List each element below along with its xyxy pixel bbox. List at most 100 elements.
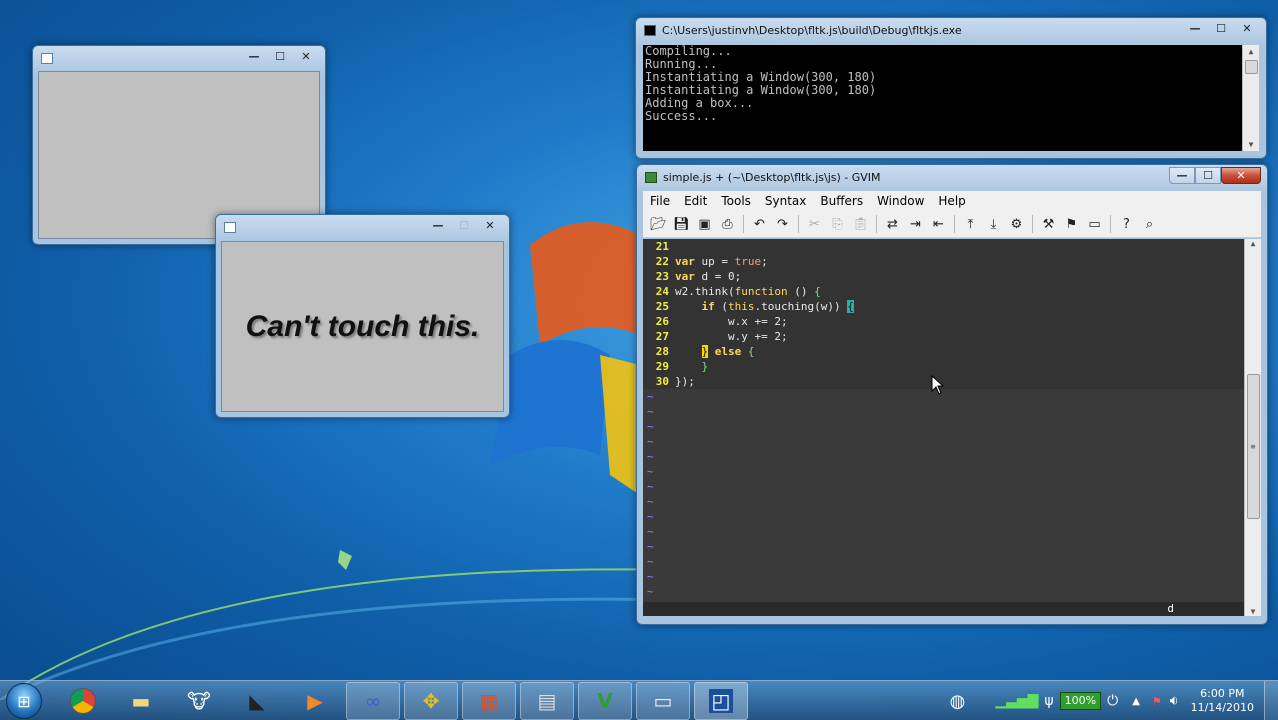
fltk-window-b[interactable]: — ☐ ✕ Can't touch this.: [215, 214, 510, 418]
paste-icon[interactable]: 📋︎: [849, 214, 872, 234]
editor-scrollbar[interactable]: ▲ ≡ ▼: [1244, 239, 1261, 616]
code-token: this: [728, 300, 755, 313]
code-token: {: [747, 345, 755, 358]
close-button[interactable]: ✕: [293, 48, 319, 65]
save-session-icon[interactable]: ⤓: [982, 214, 1005, 234]
menu-edit[interactable]: Edit: [677, 194, 714, 208]
taskbar-gvim[interactable]: V: [578, 682, 632, 720]
save-all-icon[interactable]: ▣: [693, 214, 716, 234]
gvim-editor[interactable]: 21 22 var up = true; 23 var d = 0; 24 w2.think…: [643, 239, 1261, 616]
code-token: {: [814, 285, 821, 298]
find-next-icon[interactable]: ⇥: [904, 214, 927, 234]
maximize-button[interactable]: ☐: [451, 217, 477, 234]
scroll-down-arrow-icon[interactable]: ▼: [1251, 607, 1256, 616]
taskbar-media-player[interactable]: ▶: [288, 682, 342, 720]
console-window[interactable]: C:\Users\justinvh\Desktop\fltk.js\build\…: [635, 17, 1267, 159]
start-button[interactable]: ⊞: [6, 683, 42, 719]
close-button[interactable]: ✕: [1221, 167, 1261, 184]
clock[interactable]: 6:00 PM 11/14/2010: [1191, 687, 1254, 715]
minimize-button[interactable]: —: [1169, 167, 1195, 184]
redo-icon[interactable]: ↷: [771, 214, 794, 234]
taskbar-chrome[interactable]: [56, 682, 110, 720]
code-token: else: [714, 345, 742, 358]
scroll-thumb[interactable]: [1244, 60, 1258, 74]
wireless-icon[interactable]: ψ: [1044, 693, 1053, 709]
jump-tag-icon[interactable]: ▭: [1083, 214, 1106, 234]
taskbar-fltk[interactable]: ◰: [694, 682, 748, 720]
scroll-thumb[interactable]: ≡: [1246, 374, 1260, 519]
gvim-window[interactable]: simple.js + (~\Desktop\fltk.js\js) - GVI…: [636, 164, 1268, 625]
taskbar-console[interactable]: ▭: [636, 682, 690, 720]
taskbar-app-office[interactable]: ▦: [462, 682, 516, 720]
code-line: 26 w.x += 2;: [643, 314, 1244, 329]
taskbar-app-infinity[interactable]: ∞: [346, 682, 400, 720]
code-line: 29 }: [643, 359, 1244, 374]
close-button[interactable]: ✕: [1234, 20, 1260, 37]
taskbar-app-visualstudio[interactable]: ◣: [230, 682, 284, 720]
menu-window[interactable]: Window: [870, 194, 931, 208]
run-script-icon[interactable]: ⚙: [1005, 214, 1028, 234]
scroll-up-arrow-icon[interactable]: ▲: [1249, 45, 1254, 58]
find-help-icon[interactable]: ⌕: [1138, 214, 1161, 234]
console-titlebar[interactable]: C:\Users\justinvh\Desktop\fltk.js\build\…: [636, 18, 1266, 42]
save-icon[interactable]: 💾︎: [670, 214, 693, 234]
open-file-icon[interactable]: 📂︎: [647, 214, 670, 234]
menu-buffers[interactable]: Buffers: [813, 194, 870, 208]
menu-file[interactable]: File: [643, 194, 677, 208]
fltk-icon: ◰: [708, 689, 734, 713]
menu-syntax[interactable]: Syntax: [758, 194, 813, 208]
code-token: {: [847, 300, 854, 313]
menu-tools[interactable]: Tools: [714, 194, 758, 208]
close-button[interactable]: ✕: [477, 217, 503, 234]
maximize-button[interactable]: ☐: [1195, 167, 1221, 184]
minimize-button[interactable]: —: [1182, 20, 1208, 37]
empty-line-tilde: ~: [647, 510, 654, 523]
folder-icon: ▬: [131, 689, 151, 713]
code-lines: 21 22 var up = true; 23 var d = 0; 24 w2.think…: [643, 239, 1244, 389]
network-share-icon[interactable]: ◍: [950, 691, 966, 712]
help-icon[interactable]: ?: [1115, 214, 1138, 234]
minimize-button[interactable]: —: [241, 48, 267, 65]
menu-help[interactable]: Help: [931, 194, 972, 208]
maximize-button[interactable]: ☐: [267, 48, 293, 65]
copy-icon[interactable]: ⎘: [826, 214, 849, 234]
empty-line-tilde: ~: [647, 495, 654, 508]
taskbar-explorer[interactable]: ▬: [114, 682, 168, 720]
find-prev-icon[interactable]: ⇤: [927, 214, 950, 234]
code-line: 21: [643, 239, 1244, 254]
volume-icon[interactable]: 🔉︎: [1170, 693, 1179, 709]
maximize-button[interactable]: ☐: [1208, 20, 1234, 37]
console-line: Compiling...: [645, 44, 732, 58]
print-icon[interactable]: ⎙: [716, 214, 739, 234]
taskbar-app-puzzle[interactable]: ✥: [404, 682, 458, 720]
action-center-icon[interactable]: ⚑: [1152, 695, 1162, 708]
empty-line-tilde: ~: [647, 420, 654, 433]
scroll-down-arrow-icon[interactable]: ▼: [1249, 138, 1254, 151]
code-area[interactable]: 21 22 var up = true; 23 var d = 0; 24 w2.think…: [643, 239, 1244, 602]
cut-icon[interactable]: ✂: [803, 214, 826, 234]
line-number: 24: [655, 285, 669, 298]
taskbar: ⊞ ▬ 🐮︎ ◣ ▶ ∞ ✥ ▦ ▤ V ▭ ◰ ◍ ▁▃▅▇ ψ 100% ⏻…: [0, 680, 1278, 720]
toolbar-separator: [876, 215, 877, 233]
show-hidden-icons-icon[interactable]: ▲: [1132, 696, 1140, 707]
calculator-icon: ▤: [537, 689, 557, 713]
code-token: w.x += 2;: [675, 315, 788, 328]
replace-icon[interactable]: ⇄: [881, 214, 904, 234]
taskbar-calculator[interactable]: ▤: [520, 682, 574, 720]
minimize-button[interactable]: —: [425, 217, 451, 234]
make-icon[interactable]: ⚒: [1037, 214, 1060, 234]
cow-icon: 🐮︎: [187, 689, 211, 713]
power-icon[interactable]: ⏻: [1107, 693, 1118, 709]
taskbar-app-cow[interactable]: 🐮︎: [172, 682, 226, 720]
signal-strength-icon[interactable]: ▁▃▅▇: [995, 693, 1038, 709]
console-scrollbar[interactable]: ▲ ▼: [1242, 45, 1259, 151]
build-tags-icon[interactable]: ⚑: [1060, 214, 1083, 234]
scroll-up-arrow-icon[interactable]: ▲: [1251, 239, 1256, 248]
show-desktop-button[interactable]: [1264, 681, 1278, 720]
load-session-icon[interactable]: ⤒: [959, 214, 982, 234]
toolbar-separator: [743, 215, 744, 233]
undo-icon[interactable]: ↶: [748, 214, 771, 234]
clock-date: 11/14/2010: [1190, 701, 1254, 714]
battery-indicator[interactable]: 100%: [1059, 692, 1102, 710]
pending-command: d: [1167, 602, 1174, 615]
